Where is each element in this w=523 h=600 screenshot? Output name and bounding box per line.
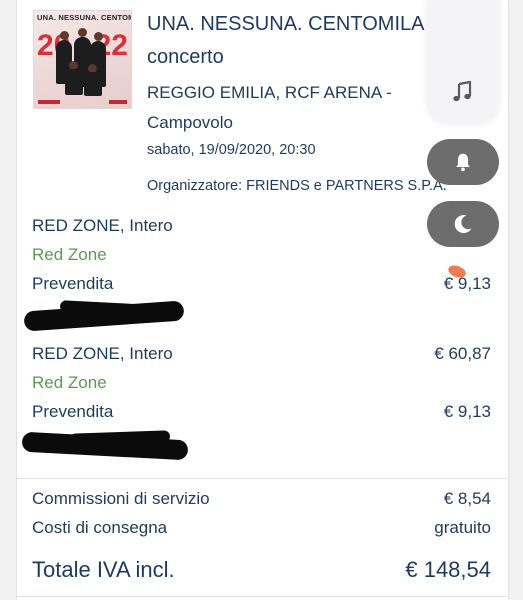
poster-figure-head — [94, 32, 103, 41]
delivery-cost-label: Costi di consegna — [32, 518, 168, 537]
poster-figure-head — [78, 28, 87, 37]
poster-figure-head — [60, 31, 69, 40]
moon-icon — [454, 215, 472, 234]
event-poster-image: UNA. NESSUNA. CENTOMILA 20 22 — [33, 10, 132, 109]
event-organizer: Organizzatore: FRIENDS e PARTNERS S.P.A. — [147, 178, 447, 194]
total-amount: € 148,54 — [405, 557, 491, 582]
poster-strip — [109, 100, 127, 104]
event-venue-detail: Campovolo — [147, 113, 233, 132]
event-datetime: sabato, 19/09/2020, 20:30 — [147, 142, 316, 158]
presale-amount: € 9,13 — [443, 402, 491, 421]
ticket-name: RED ZONE, Intero — [32, 344, 173, 363]
music-note-icon[interactable] — [450, 80, 474, 104]
total-label: Totale IVA incl. — [32, 557, 175, 582]
event-subtitle: concerto — [147, 46, 224, 68]
poster-figure — [65, 69, 83, 95]
bottom-divider — [16, 596, 507, 597]
service-fee-label: Commissioni di servizio — [32, 489, 210, 508]
event-venue: REGGIO EMILIA, RCF ARENA - — [147, 83, 392, 102]
ticket-name: RED ZONE, Intero — [32, 216, 173, 235]
poster-strip — [38, 100, 60, 104]
section-divider — [16, 478, 507, 479]
ticket-zone: Red Zone — [32, 373, 107, 392]
presale-label: Prevendita — [32, 274, 114, 293]
poster-title: UNA. NESSUNA. CENTOMILA — [37, 13, 131, 22]
ticket-zone: Red Zone — [32, 245, 107, 264]
delivery-cost-amount: gratuito — [434, 518, 491, 537]
bell-icon — [456, 153, 470, 172]
presale-amount: € 9,13 — [443, 274, 491, 293]
ticket-price: € 60,87 — [434, 344, 491, 363]
night-mode-toggle-button[interactable] — [427, 201, 499, 247]
presale-label: Prevendita — [32, 402, 114, 421]
poster-figure — [84, 72, 102, 96]
event-title: UNA. NESSUNA. CENTOMILA — [147, 13, 425, 35]
notification-toggle-button[interactable] — [427, 139, 499, 185]
service-fee-amount: € 8,54 — [443, 489, 491, 508]
